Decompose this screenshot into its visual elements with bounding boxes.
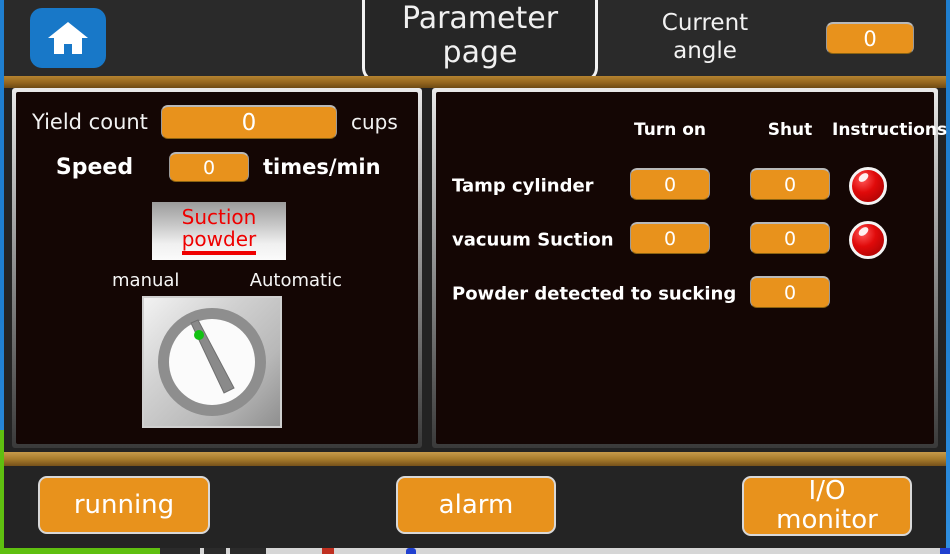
row-label-powder-detected: Powder detected to sucking [452, 283, 737, 305]
mode-label-manual: manual [112, 270, 180, 291]
rotary-selector-switch[interactable] [142, 296, 282, 428]
row-label-tamp-cylinder: Tamp cylinder [452, 175, 594, 197]
row-label-vacuum-suction: vacuum Suction [452, 229, 614, 251]
sliver-segment [0, 548, 160, 554]
io-monitor-line2: monitor [776, 505, 878, 535]
powder-detected-shut-value[interactable]: 0 [750, 276, 830, 308]
sliver-segment [204, 548, 226, 554]
left-panel-inner: Yield count 0 cups Speed 0 times/min Suc… [16, 92, 418, 444]
header-bar: Parameter page Current angle 0 [4, 0, 946, 82]
speed-unit: times/min [263, 155, 381, 179]
vacuum-suction-indicator [846, 218, 890, 262]
footer-divider-band [4, 452, 946, 466]
table-row: vacuum Suction 0 0 [436, 218, 934, 262]
mode-labels: manual Automatic [112, 270, 342, 291]
left-panel: Yield count 0 cups Speed 0 times/min Suc… [12, 88, 422, 448]
current-angle-value[interactable]: 0 [826, 22, 914, 54]
rotary-selector-graphic [158, 308, 266, 416]
status-led-icon [849, 221, 887, 259]
header-divider-band [4, 76, 946, 88]
tamp-cylinder-turn-on-value[interactable]: 0 [630, 168, 710, 200]
hmi-screen: Parameter page Current angle 0 Yield cou… [0, 0, 950, 554]
page-title-line1: Parameter [401, 0, 559, 36]
current-angle-group: Current angle 0 [640, 6, 930, 70]
suction-powder-line1: Suction [181, 204, 257, 229]
alarm-button[interactable]: alarm [396, 476, 556, 534]
vacuum-suction-turn-on-value[interactable]: 0 [630, 222, 710, 254]
home-button[interactable] [30, 8, 106, 68]
speed-row: Speed 0 times/min [32, 148, 412, 186]
right-panel: Turn on Shut Instructions Tamp cylinder … [432, 88, 947, 448]
table-row: Powder detected to sucking 0 [436, 272, 934, 316]
current-angle-label: Current angle [640, 10, 770, 65]
suction-powder-button[interactable]: Suction powder [152, 202, 286, 260]
speed-value[interactable]: 0 [169, 152, 249, 182]
main-work-area: Yield count 0 cups Speed 0 times/min Suc… [4, 88, 947, 452]
desktop-sliver [0, 548, 950, 554]
current-angle-label-line2: angle [673, 38, 737, 64]
sliver-segment [230, 548, 266, 554]
current-angle-label-line1: Current [661, 10, 749, 37]
tamp-cylinder-shut-value[interactable]: 0 [750, 168, 830, 200]
column-header-turn-on: Turn on [633, 120, 707, 140]
vacuum-suction-shut-value[interactable]: 0 [750, 222, 830, 254]
tamp-cylinder-indicator [846, 164, 890, 208]
right-panel-column-headers: Turn on Shut Instructions [436, 120, 947, 146]
status-led-icon [849, 167, 887, 205]
suction-powder-line2: powder [181, 228, 257, 256]
yield-count-row: Yield count 0 cups [32, 102, 412, 142]
yield-count-label: Yield count [32, 110, 148, 134]
table-row: Tamp cylinder 0 0 [436, 164, 934, 208]
mode-label-automatic: Automatic [249, 270, 342, 291]
column-header-shut: Shut [767, 120, 813, 140]
column-header-instructions: Instructions [832, 120, 948, 140]
io-monitor-line1: I/O [808, 476, 846, 507]
page-title-plate: Parameter page [362, 0, 598, 82]
running-button[interactable]: running [38, 476, 210, 534]
home-icon [46, 19, 90, 57]
sliver-segment [322, 548, 334, 554]
window-edge-right [946, 0, 950, 548]
yield-count-unit: cups [351, 110, 398, 134]
sliver-segment [406, 548, 416, 554]
speed-label: Speed [55, 154, 134, 180]
sliver-segment [940, 548, 950, 554]
yield-count-value[interactable]: 0 [161, 105, 337, 139]
footer-bar: running alarm I/O monitor [4, 466, 946, 548]
page-title-line2: page [442, 34, 518, 70]
io-monitor-button[interactable]: I/O monitor [742, 476, 912, 536]
right-panel-inner: Turn on Shut Instructions Tamp cylinder … [436, 92, 947, 444]
sliver-segment [160, 548, 200, 554]
